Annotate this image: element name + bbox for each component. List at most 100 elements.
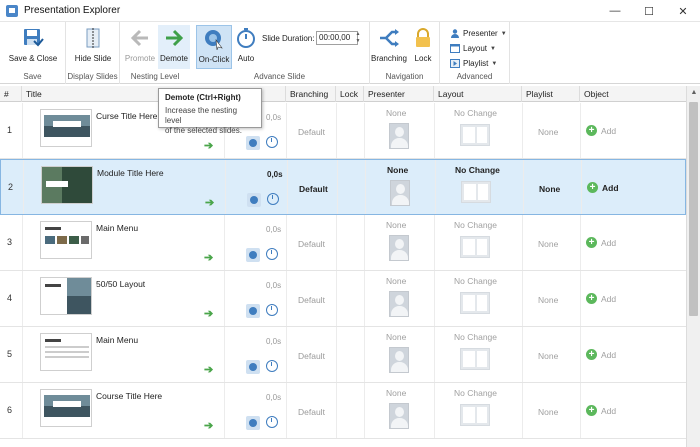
- layout-dropdown[interactable]: Layout ▼: [450, 42, 496, 55]
- add-object-button[interactable]: + Add: [586, 293, 616, 304]
- add-object-button[interactable]: + Add: [586, 405, 616, 416]
- slide-thumbnail[interactable]: [40, 277, 92, 315]
- slide-thumbnail[interactable]: [40, 221, 92, 259]
- arrow-right-icon[interactable]: ➔: [204, 139, 213, 152]
- demote-button[interactable]: Demote: [158, 25, 190, 69]
- slide-thumbnail[interactable]: [40, 333, 92, 371]
- lock-button[interactable]: Lock: [410, 25, 436, 69]
- slide-thumbnail[interactable]: [40, 389, 92, 427]
- presenter-value[interactable]: None: [386, 108, 406, 118]
- on-click-icon[interactable]: [247, 193, 261, 207]
- auto-button[interactable]: Auto: [232, 25, 260, 69]
- slide-duration[interactable]: 0,0s: [267, 170, 283, 179]
- playlist-value[interactable]: None: [538, 127, 558, 137]
- arrow-right-icon[interactable]: ➔: [205, 196, 214, 209]
- on-click-icon[interactable]: [246, 136, 260, 150]
- layout-value[interactable]: No Change: [454, 220, 497, 230]
- on-click-icon[interactable]: [246, 416, 260, 430]
- scrollbar-thumb[interactable]: [689, 102, 698, 316]
- presenter-value[interactable]: None: [386, 220, 406, 230]
- vertical-scrollbar[interactable]: ▲: [686, 86, 700, 447]
- slide-title[interactable]: Main Menu: [96, 335, 138, 345]
- table-row[interactable]: 3 Main Menu ➔ 0,0s Default None No Change None +…: [0, 215, 686, 271]
- layout-value[interactable]: No Change: [454, 108, 497, 118]
- on-click-icon[interactable]: [246, 360, 260, 374]
- presenter-value[interactable]: None: [386, 388, 406, 398]
- slide-duration[interactable]: 0,0s: [266, 337, 281, 346]
- layout-icon[interactable]: [460, 236, 490, 258]
- slide-duration[interactable]: 0,0s: [266, 225, 281, 234]
- header-branching[interactable]: Branching: [286, 86, 336, 102]
- minimize-button[interactable]: —: [598, 0, 632, 22]
- layout-value[interactable]: No Change: [454, 388, 497, 398]
- layout-value[interactable]: No Change: [455, 165, 500, 175]
- presenter-avatar-icon[interactable]: [389, 235, 409, 261]
- on-click-icon[interactable]: [246, 304, 260, 318]
- clock-icon[interactable]: [266, 360, 278, 372]
- clock-icon[interactable]: [267, 193, 279, 205]
- header-presenter[interactable]: Presenter: [364, 86, 434, 102]
- presenter-value[interactable]: None: [386, 276, 406, 286]
- add-object-button[interactable]: + Add: [587, 182, 619, 193]
- clock-icon[interactable]: [266, 136, 278, 148]
- presenter-avatar-icon[interactable]: [389, 291, 409, 317]
- save-close-button[interactable]: Save & Close: [6, 25, 60, 69]
- promote-button[interactable]: Promote: [124, 25, 156, 69]
- branching-value[interactable]: Default: [298, 295, 325, 305]
- slide-title[interactable]: Course Title Here: [96, 391, 162, 401]
- layout-value[interactable]: No Change: [454, 332, 497, 342]
- add-object-button[interactable]: + Add: [586, 237, 616, 248]
- presenter-avatar-icon[interactable]: [389, 403, 409, 429]
- slide-duration-spinner[interactable]: ▲ ▼: [354, 31, 362, 45]
- on-click-button[interactable]: On-Click: [196, 25, 232, 69]
- slide-title[interactable]: Main Menu: [96, 223, 138, 233]
- header-layout[interactable]: Layout: [434, 86, 522, 102]
- arrow-right-icon[interactable]: ➔: [204, 363, 213, 376]
- header-lock[interactable]: Lock: [336, 86, 364, 102]
- branching-value[interactable]: Default: [299, 184, 328, 194]
- layout-value[interactable]: No Change: [454, 276, 497, 286]
- arrow-right-icon[interactable]: ➔: [204, 419, 213, 432]
- slide-duration[interactable]: 0,0s: [266, 113, 281, 122]
- header-num[interactable]: #: [0, 86, 22, 102]
- branching-value[interactable]: Default: [298, 407, 325, 417]
- slide-thumbnail[interactable]: [41, 166, 93, 204]
- header-playlist[interactable]: Playlist: [522, 86, 580, 102]
- branching-value[interactable]: Default: [298, 351, 325, 361]
- table-row[interactable]: 2 Module Title Here ➔ 0,0s Default None No Cha…: [0, 159, 686, 215]
- maximize-button[interactable]: ☐: [632, 0, 666, 22]
- presenter-dropdown[interactable]: Presenter ▼: [450, 27, 507, 40]
- playlist-dropdown[interactable]: Playlist ▼: [450, 57, 497, 70]
- slide-title[interactable]: Module Title Here: [97, 168, 164, 178]
- branching-value[interactable]: Default: [298, 127, 325, 137]
- presenter-value[interactable]: None: [387, 165, 408, 175]
- add-object-button[interactable]: + Add: [586, 349, 616, 360]
- playlist-value[interactable]: None: [538, 239, 558, 249]
- table-row[interactable]: 5 Main Menu ➔ 0,0s Default None No Change None +…: [0, 327, 686, 383]
- layout-icon[interactable]: [461, 181, 491, 203]
- clock-icon[interactable]: [266, 248, 278, 260]
- scroll-up-icon[interactable]: ▲: [687, 86, 700, 100]
- layout-icon[interactable]: [460, 124, 490, 146]
- arrow-right-icon[interactable]: ➔: [204, 307, 213, 320]
- playlist-value[interactable]: None: [538, 295, 558, 305]
- slide-title[interactable]: 50/50 Layout: [96, 279, 145, 289]
- arrow-right-icon[interactable]: ➔: [204, 251, 213, 264]
- presenter-avatar-icon[interactable]: [389, 347, 409, 373]
- clock-icon[interactable]: [266, 304, 278, 316]
- slide-thumbnail[interactable]: [40, 109, 92, 147]
- presenter-avatar-icon[interactable]: [389, 123, 409, 149]
- slide-duration[interactable]: 0,0s: [266, 281, 281, 290]
- branching-value[interactable]: Default: [298, 239, 325, 249]
- slide-duration[interactable]: 0,0s: [266, 393, 281, 402]
- presenter-value[interactable]: None: [386, 332, 406, 342]
- table-row[interactable]: 1 Curse Title Here ➔ 0,0s Default None No Chan…: [0, 103, 686, 159]
- on-click-icon[interactable]: [246, 248, 260, 262]
- clock-icon[interactable]: [266, 416, 278, 428]
- layout-icon[interactable]: [460, 292, 490, 314]
- slide-duration-input[interactable]: 00:00,00: [316, 31, 358, 45]
- playlist-value[interactable]: None: [538, 351, 558, 361]
- close-button[interactable]: ✕: [666, 0, 700, 22]
- presenter-avatar-icon[interactable]: [390, 180, 410, 206]
- layout-icon[interactable]: [460, 348, 490, 370]
